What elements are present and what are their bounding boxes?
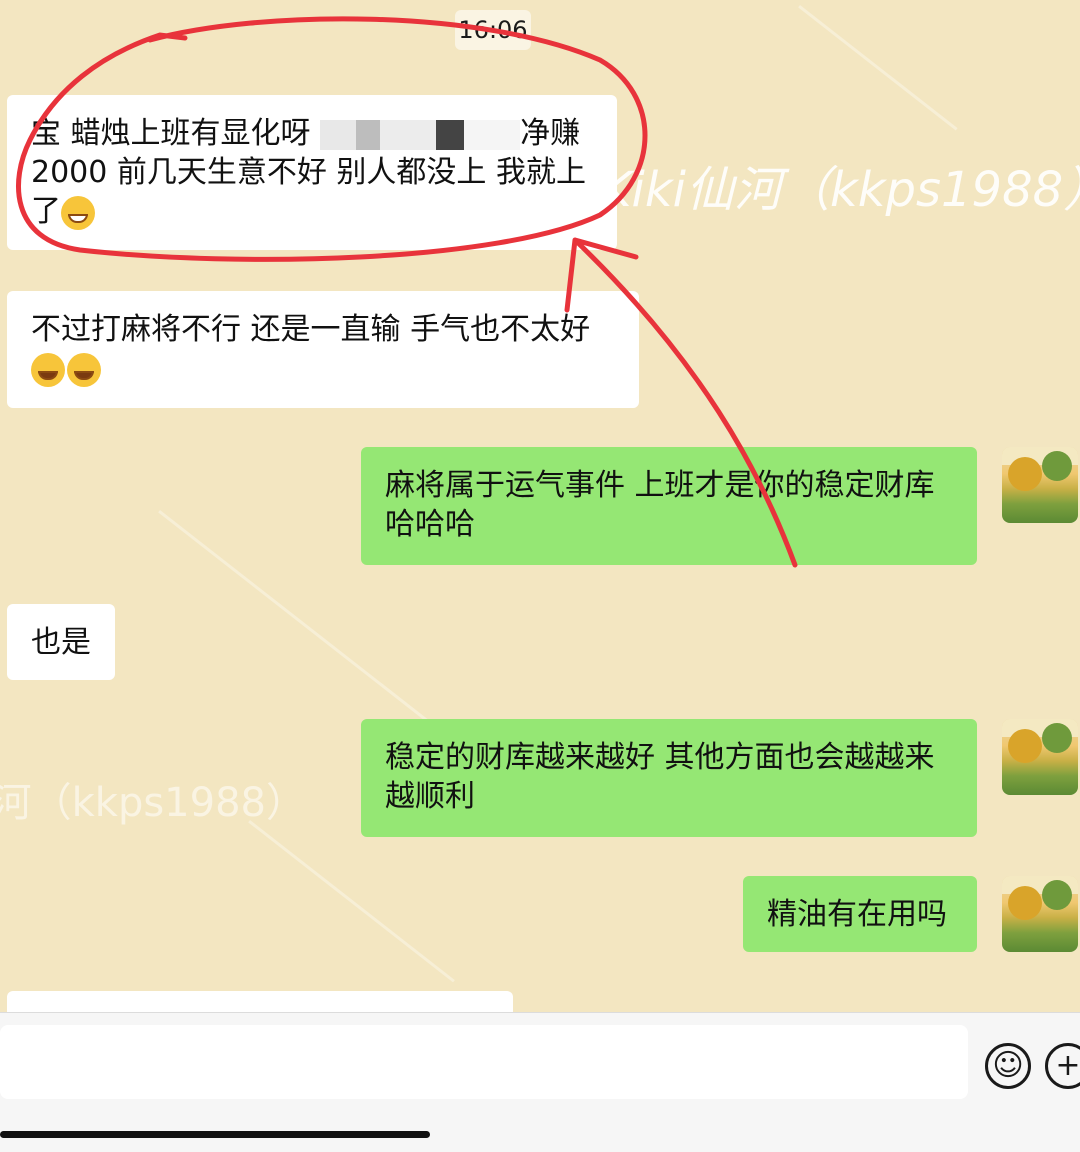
watermark-line [248, 820, 455, 983]
watermark-line [798, 5, 958, 131]
message-text: 精油有在用吗 [767, 897, 947, 932]
home-indicator [0, 1131, 430, 1138]
message-line: 2000 前几天生意不好 别人都没上 我就上 [31, 155, 586, 190]
message-bubble[interactable] [7, 991, 513, 1012]
message-text: 哈哈哈 [385, 507, 475, 542]
laugh-cry-emoji-icon [31, 352, 65, 387]
message-line: 宝 蜡烛上班有显化呀 净赚 [31, 116, 581, 151]
message-bubble[interactable]: 宝 蜡烛上班有显化呀 净赚 2000 前几天生意不好 别人都没上 我就上 了 [7, 95, 617, 250]
message-text: 麻将属于运气事件 上班才是你的稳定财库 [385, 468, 935, 503]
user-avatar[interactable] [1002, 719, 1078, 795]
message-text: 也是 [31, 625, 91, 660]
message-line: 了 [31, 192, 593, 231]
message-bubble[interactable]: 稳定的财库越来越好 其他方面也会越越来 越顺利 [361, 719, 977, 837]
user-avatar[interactable] [1002, 447, 1078, 523]
timestamp: 16:06 [455, 10, 531, 50]
user-avatar[interactable] [1002, 876, 1078, 952]
watermark: Kiki仙河（kkps1988） [0, 780, 306, 826]
redacted-block [320, 119, 521, 150]
chat-area[interactable]: Kiki仙河（kkps1988） Kiki仙河（kkps1988） 16:06 … [0, 0, 1080, 1012]
watermark: Kiki仙河（kkps1988） [600, 162, 1080, 218]
emoji-button[interactable]: ☺ [985, 1043, 1031, 1089]
plus-button[interactable]: + [1045, 1043, 1080, 1089]
laugh-cry-emoji-icon [67, 352, 101, 387]
message-input[interactable] [0, 1025, 968, 1099]
message-text: 越顺利 [385, 779, 475, 814]
grin-emoji-icon [61, 195, 95, 230]
message-bubble[interactable]: 也是 [7, 604, 115, 680]
message-bubble[interactable]: 精油有在用吗 [743, 876, 977, 952]
emoji-row [31, 349, 615, 388]
message-text: 稳定的财库越来越好 其他方面也会越越来 [385, 740, 935, 775]
message-bubble[interactable]: 麻将属于运气事件 上班才是你的稳定财库 哈哈哈 [361, 447, 977, 565]
message-bubble[interactable]: 不过打麻将不行 还是一直输 手气也不太好 [7, 291, 639, 408]
message-text: 不过打麻将不行 还是一直输 手气也不太好 [31, 312, 591, 347]
